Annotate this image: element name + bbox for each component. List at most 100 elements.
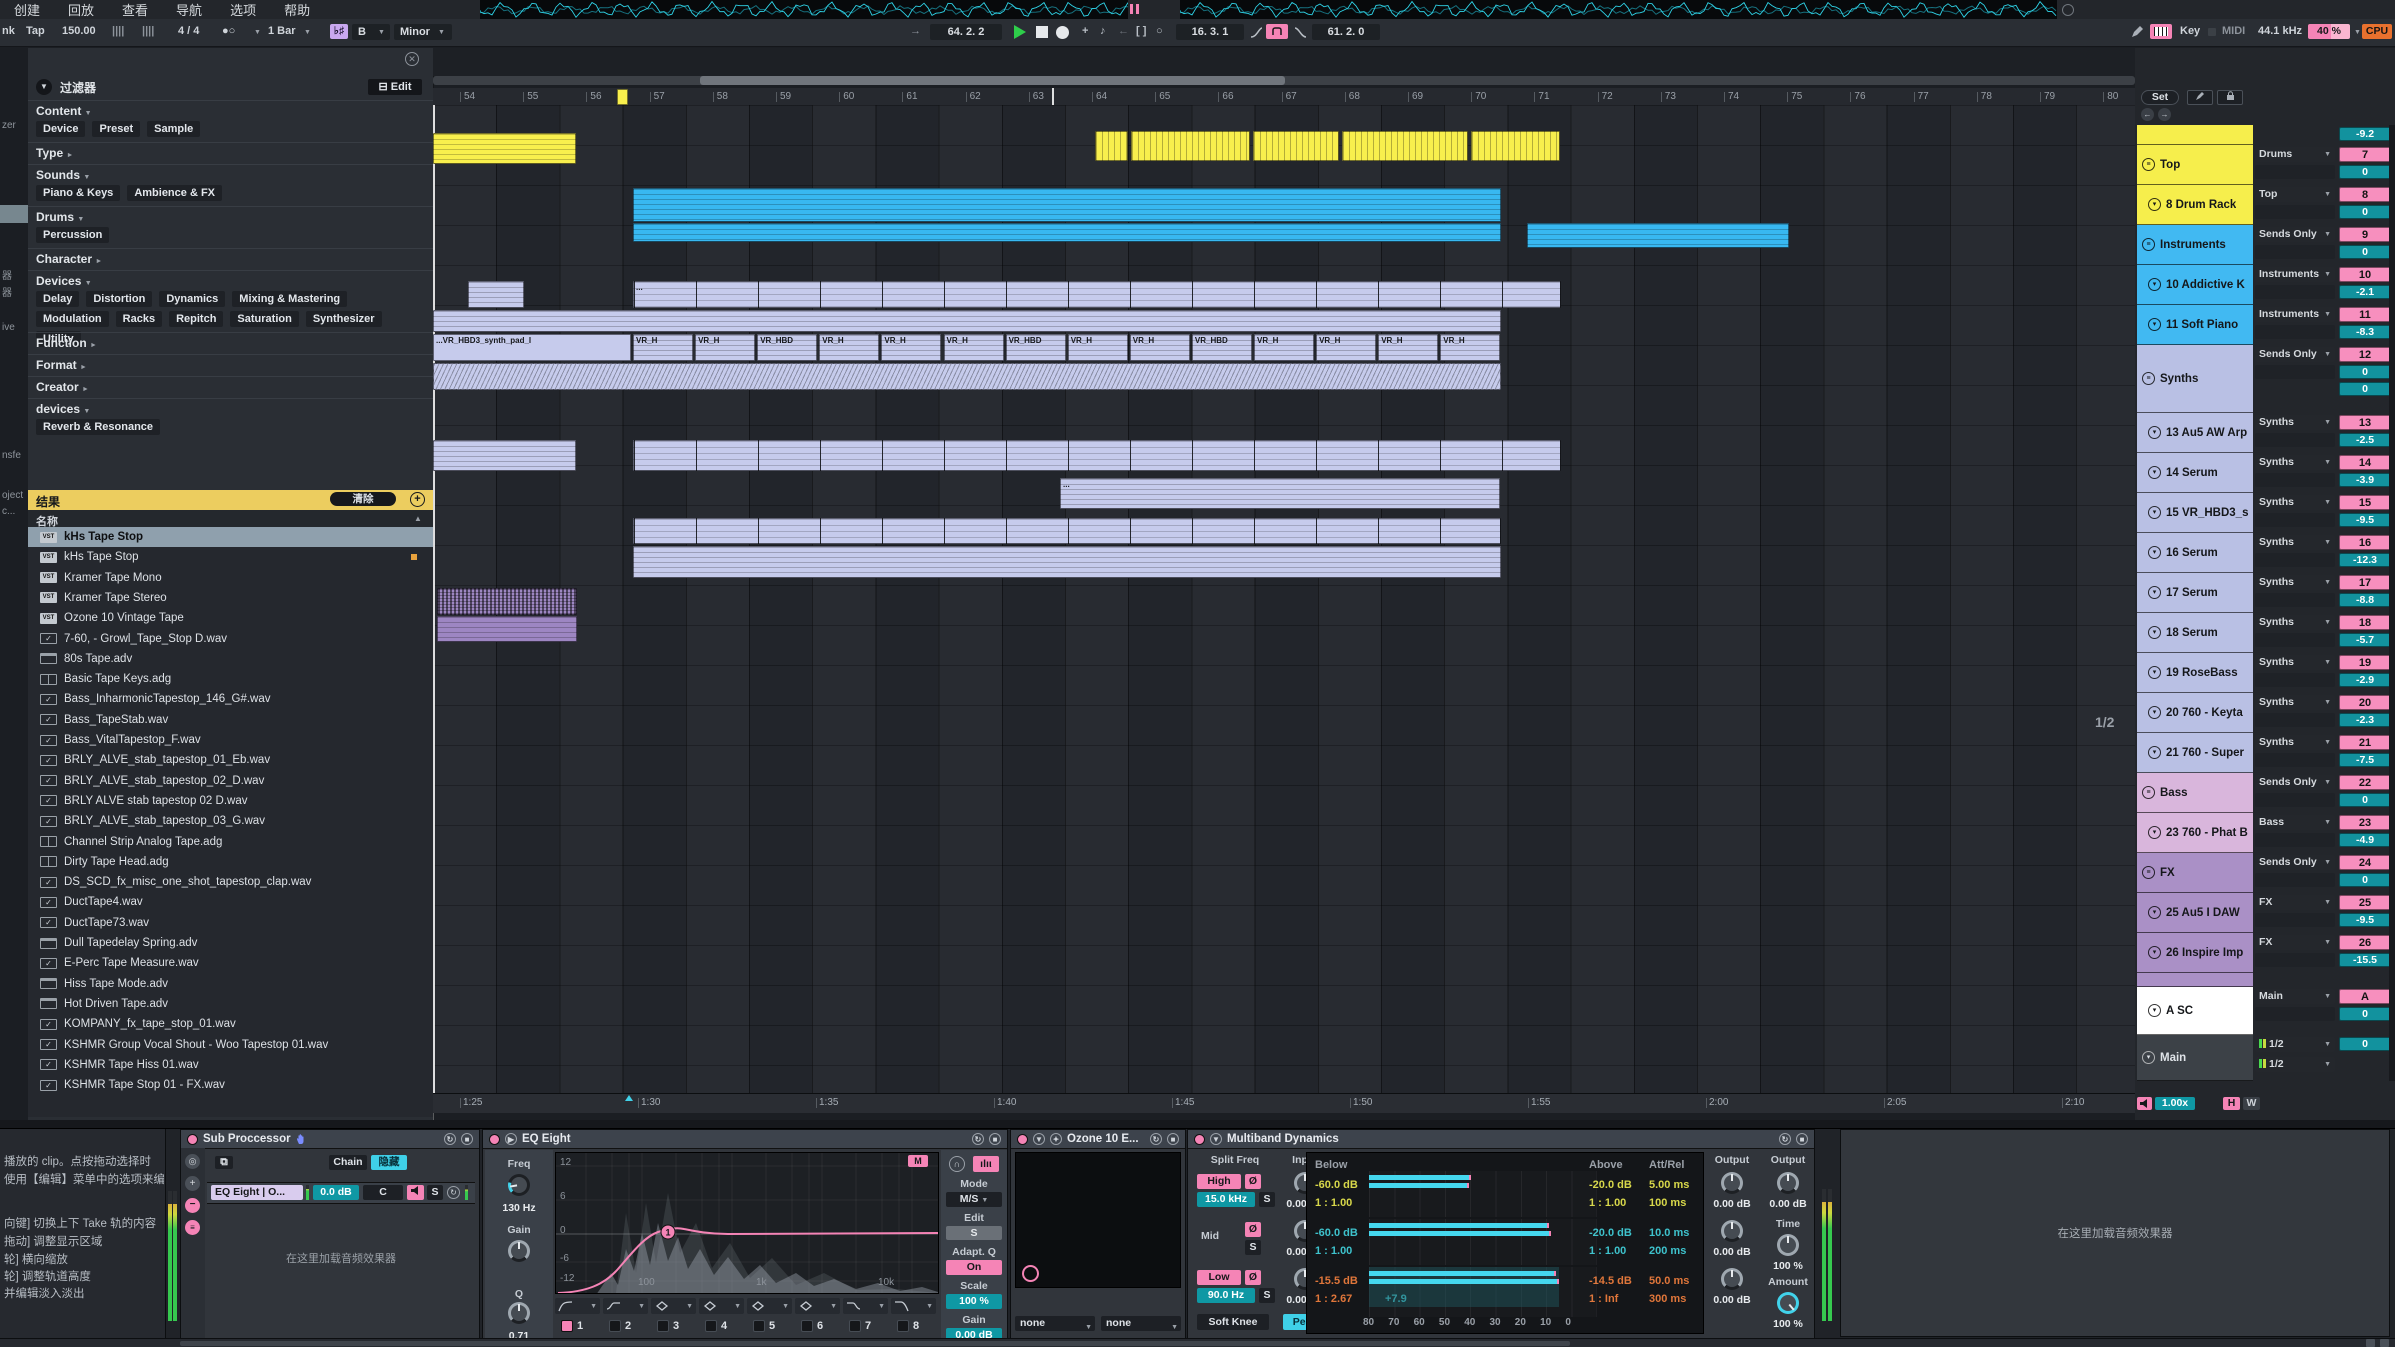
q-knob[interactable] bbox=[508, 1302, 530, 1324]
filter-chip[interactable]: Synthesizer bbox=[306, 311, 382, 327]
mbd-display[interactable]: Below -60.0 dB 1 : 1.00 -60.0 dB 1 : 1.0… bbox=[1306, 1152, 1704, 1334]
arrangement-clip[interactable] bbox=[433, 310, 1501, 332]
bar-number[interactable]: 56 bbox=[586, 92, 601, 102]
track-input-box[interactable] bbox=[2255, 365, 2335, 379]
scale-name-caret-icon[interactable]: ▼ bbox=[438, 29, 445, 36]
browser-item[interactable]: ✓KSHMR Tape Hiss 01.wav bbox=[28, 1055, 433, 1075]
track-name-cell[interactable]: ▾19 RoseBass bbox=[2137, 653, 2253, 693]
tap-tempo-button[interactable]: Tap bbox=[26, 25, 45, 37]
track-number-chip[interactable]: 16 bbox=[2339, 535, 2391, 550]
track-fold-icon[interactable]: ▾ bbox=[2148, 278, 2161, 291]
eq-band-toggle[interactable] bbox=[657, 1320, 669, 1332]
track-input-box[interactable] bbox=[2255, 793, 2335, 807]
track-volume-field[interactable]: 0 bbox=[2339, 205, 2391, 219]
below-thr-low[interactable]: -15.5 dB bbox=[1315, 1275, 1358, 1287]
track-number-chip[interactable]: 14 bbox=[2339, 455, 2391, 470]
time-value[interactable]: 100 % bbox=[1760, 1260, 1816, 1272]
bar-number[interactable]: 67 bbox=[1282, 92, 1297, 102]
arrangement-clip[interactable] bbox=[468, 281, 524, 308]
section-caret-icon[interactable]: ▼ bbox=[83, 408, 90, 415]
add-filter-icon[interactable]: + bbox=[410, 492, 425, 507]
device-on-led[interactable] bbox=[187, 1134, 198, 1145]
track-routing-select[interactable]: Synths▼ bbox=[2255, 495, 2335, 510]
filter-section-label[interactable]: Character ► bbox=[36, 252, 102, 266]
track-name-cell[interactable]: ▾Main bbox=[2137, 1035, 2253, 1081]
lock-button[interactable] bbox=[2217, 90, 2243, 105]
mode-select[interactable]: M/S ▼ bbox=[946, 1192, 1002, 1207]
filter-section-label[interactable]: Sounds ▼ bbox=[36, 168, 90, 182]
track-width-w-button[interactable]: W bbox=[2243, 1097, 2260, 1110]
track-routing-select[interactable]: Top▼ bbox=[2255, 187, 2335, 202]
track-number-chip[interactable]: 10 bbox=[2339, 267, 2391, 282]
status-icon-1[interactable] bbox=[2366, 1339, 2375, 1347]
track-routing-select[interactable]: Synths▼ bbox=[2255, 735, 2335, 750]
browser-item[interactable]: VSTkHs Tape Stop bbox=[28, 527, 433, 547]
browser-item[interactable]: VSTKramer Tape Stereo bbox=[28, 588, 433, 608]
track-number-chip[interactable]: 24 bbox=[2339, 855, 2391, 870]
track-height-h-button[interactable]: H bbox=[2223, 1097, 2240, 1110]
punch-marker-icon[interactable] bbox=[625, 1095, 633, 1101]
filter-chip[interactable]: Racks bbox=[116, 311, 162, 327]
stop-button[interactable] bbox=[1036, 26, 1048, 38]
track-name[interactable]: 26 Inspire Imp bbox=[2166, 947, 2243, 959]
browser-item[interactable]: VSTkHs Tape Stop bbox=[28, 547, 433, 567]
device-scrollbar[interactable] bbox=[180, 1341, 1570, 1346]
track-volume-field[interactable]: -2.3 bbox=[2339, 713, 2391, 727]
punch-brackets-button[interactable]: [ ] bbox=[1136, 25, 1146, 37]
track-volume-field[interactable]: -12.3 bbox=[2339, 553, 2391, 567]
track-name-cell[interactable]: ▾21 760 - Super bbox=[2137, 733, 2253, 773]
draw-mode-pencil-icon[interactable] bbox=[2130, 25, 2144, 39]
scale-root-caret-icon[interactable]: ▼ bbox=[378, 29, 385, 36]
save-preset-icon[interactable]: ■ bbox=[1167, 1133, 1179, 1145]
track-routing-select[interactable]: Sends Only▼ bbox=[2255, 775, 2335, 790]
track-name[interactable]: 21 760 - Super bbox=[2166, 747, 2244, 759]
hot-swap-icon[interactable]: ↻ bbox=[1779, 1133, 1791, 1145]
bar-number[interactable]: 70 bbox=[1471, 92, 1486, 102]
rack-chainlist-icon[interactable]: ≡ bbox=[185, 1220, 200, 1235]
eq-band-type-select[interactable]: ▼ bbox=[699, 1298, 744, 1314]
edit-mode-button[interactable]: S bbox=[946, 1226, 1002, 1240]
track-routing-select[interactable]: Synths▼ bbox=[2255, 575, 2335, 590]
soft-knee-button[interactable]: Soft Knee bbox=[1197, 1314, 1269, 1330]
track-input-box[interactable] bbox=[2255, 473, 2335, 487]
arrangement-clip[interactable] bbox=[1342, 131, 1468, 161]
arrangement-clip[interactable] bbox=[437, 588, 577, 615]
browser-item[interactable]: ✓DuctTape4.wav bbox=[28, 892, 433, 912]
track-name-cell[interactable]: ▾25 Au5 I DAW bbox=[2137, 893, 2253, 933]
track-number-chip[interactable]: 23 bbox=[2339, 815, 2391, 830]
time-signature-field[interactable]: 4 / 4 bbox=[178, 25, 199, 37]
arrangement-clip[interactable] bbox=[633, 440, 1561, 471]
chain-solo-button[interactable]: S bbox=[427, 1185, 443, 1200]
eq-display[interactable]: 1 M 12 6 0 -6 -12 100 1k 10k bbox=[555, 1152, 939, 1294]
zoom-level-field[interactable]: 1.00x bbox=[2155, 1097, 2195, 1110]
track-volume-field[interactable]: -2.1 bbox=[2339, 285, 2391, 299]
device-area-divider[interactable] bbox=[0, 1120, 2395, 1128]
arrangement-clip[interactable]: ...VR_HBD3_synth_pad_l bbox=[433, 334, 631, 361]
track-fold-icon[interactable]: ▾ bbox=[2148, 506, 2161, 519]
filter-chip[interactable]: Ambience & FX bbox=[127, 185, 222, 201]
bar-number[interactable]: 57 bbox=[650, 92, 665, 102]
arrangement-clip[interactable] bbox=[433, 363, 1501, 390]
track-input-box[interactable] bbox=[2255, 325, 2335, 339]
browser-item[interactable]: ✓Bass_VitalTapestop_F.wav bbox=[28, 730, 433, 750]
arrangement-clip[interactable] bbox=[1095, 131, 1128, 161]
bar-number[interactable]: 68 bbox=[1345, 92, 1360, 102]
browser-item[interactable]: ✓Bass_InharmonicTapestop_146_G#.wav bbox=[28, 689, 433, 709]
track-number-chip[interactable]: 22 bbox=[2339, 775, 2391, 790]
arrangement-clip[interactable] bbox=[633, 188, 1501, 222]
browser-item[interactable]: Basic Tape Keys.adg bbox=[28, 669, 433, 689]
track-fold-icon[interactable]: ▾ bbox=[2148, 626, 2161, 639]
track-fold-icon[interactable]: ▾ bbox=[2148, 426, 2161, 439]
chain-device-name[interactable]: EQ Eight | O... bbox=[211, 1185, 303, 1200]
filter-chip[interactable]: Percussion bbox=[36, 227, 109, 243]
filter-section-label[interactable]: Type ► bbox=[36, 146, 73, 160]
computer-midi-keyboard-icon[interactable] bbox=[2150, 24, 2172, 39]
filter-section-label[interactable]: Content ▼ bbox=[36, 104, 92, 118]
track-volume-field[interactable]: -4.9 bbox=[2339, 833, 2391, 847]
track-fold-icon[interactable]: ▾ bbox=[2148, 1004, 2161, 1017]
track-name[interactable]: 8 Drum Rack bbox=[2166, 199, 2236, 211]
track-volume-field[interactable]: -8.8 bbox=[2339, 593, 2391, 607]
section-caret-icon[interactable]: ► bbox=[66, 152, 73, 159]
browser-item[interactable]: Channel Strip Analog Tape.adg bbox=[28, 832, 433, 852]
eq-band-toggle[interactable] bbox=[705, 1320, 717, 1332]
